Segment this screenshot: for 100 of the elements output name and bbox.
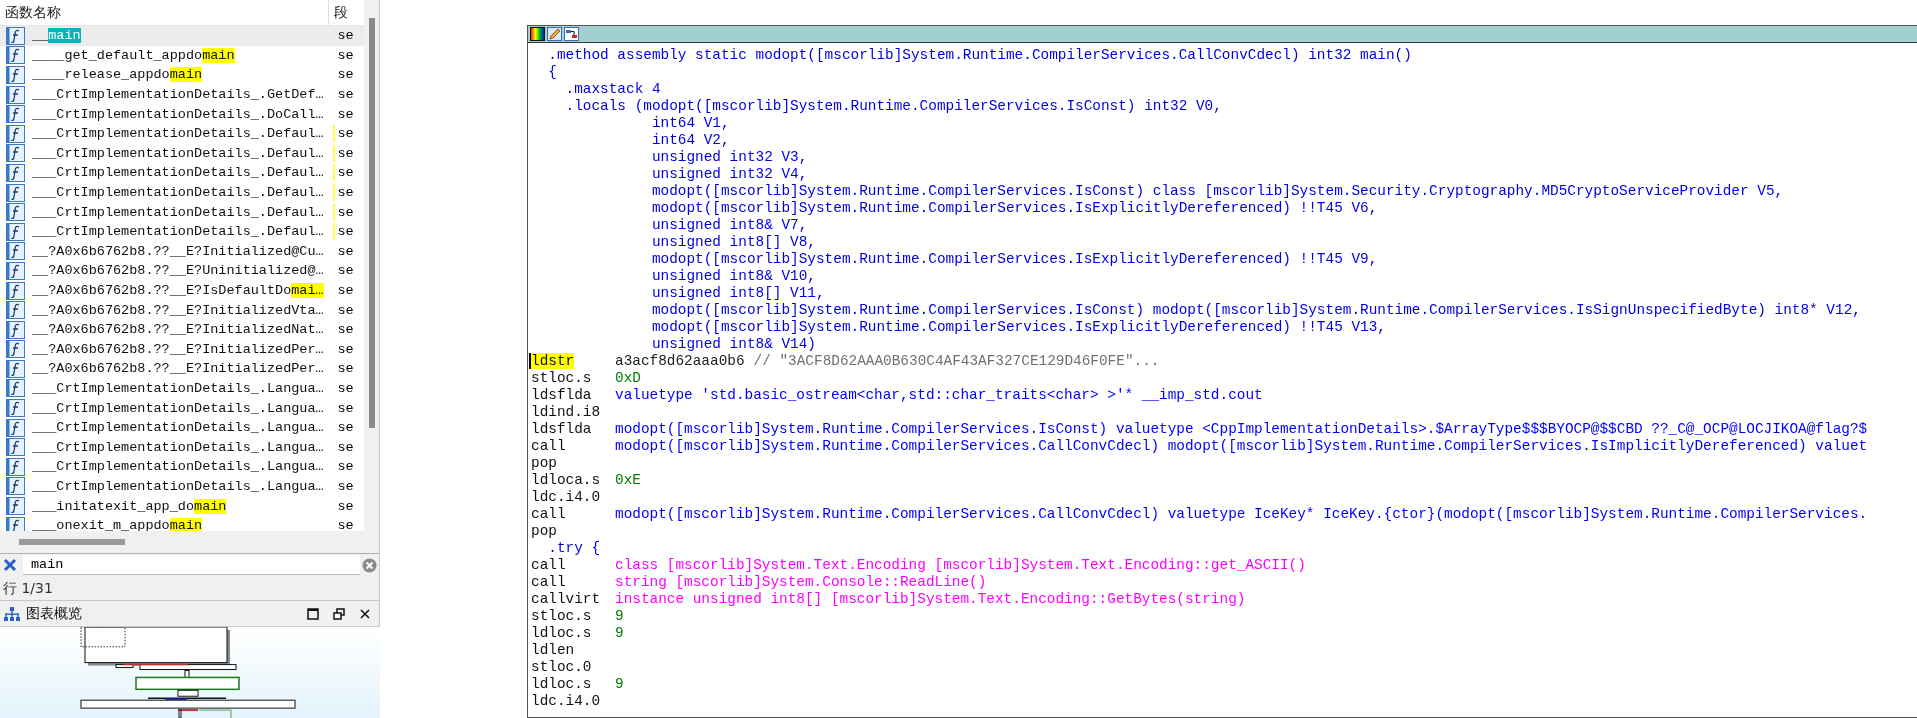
column-header[interactable]: 函数名称 — [0, 0, 328, 25]
code-line: int64 V2, — [650, 132, 730, 149]
function-name: __?A0x6b6762b8.??__E?InitializedPer… — [32, 341, 325, 357]
opcode: pop — [530, 523, 557, 539]
function-name: ___CrtImplementationDetails_.Langua… — [32, 439, 325, 455]
code-line: .method assembly static modopt([mscorlib]System.Runtime.CompilerServices.CallConvCdecl) int32 main() — [547, 47, 1412, 64]
operand: 0xD — [615, 370, 641, 387]
function-icon — [6, 340, 25, 359]
function-icon — [6, 222, 25, 241]
graph-icon[interactable] — [564, 27, 579, 41]
code-line: modopt([mscorlib]System.Runtime.CompilerServices.IsExplicitlyDereferenced) !!T45 V6, — [650, 200, 1378, 217]
operand: string [mscorlib]System.Console::ReadLine() — [615, 574, 987, 591]
code-line: unsigned int8[] V8, — [650, 234, 816, 251]
maximize-icon[interactable] — [307, 607, 319, 620]
function-name: __main — [32, 28, 82, 44]
segment-cell-text: se — [336, 46, 355, 64]
function-row[interactable]: __main se — [0, 26, 364, 46]
function-name: __?A0x6b6762b8.??__E?Initialized@Cu… — [32, 243, 325, 259]
function-icon — [6, 26, 25, 45]
function-name: ___CrtImplementationDetails_.Langua… — [32, 381, 325, 396]
function-icon — [6, 163, 25, 182]
operand: 9 — [615, 676, 624, 693]
function-name: __?A0x6b6762b8.??__E?InitializedNat… — [32, 322, 325, 338]
segment-cell-text: se — [336, 458, 355, 476]
segment-cell-text: se — [336, 380, 355, 397]
opcode: ldc.i4.0 — [530, 489, 601, 505]
pencil-icon[interactable] — [547, 27, 562, 41]
panel-title: 图表概览 — [26, 604, 83, 623]
function-name: __?A0x6b6762b8.??__E?Uninitialized@… — [32, 263, 325, 279]
segment-cell-text: se — [336, 438, 355, 456]
segment-cell-text: se — [336, 517, 355, 531]
function-icon — [6, 497, 25, 516]
function-icon — [6, 85, 25, 104]
operand: instance unsigned int8[] [mscorlib]System.Text.Encoding::GetBytes(string) — [615, 591, 1246, 608]
function-icon — [6, 359, 25, 378]
operand: 0xE — [615, 472, 641, 489]
code-line: unsigned int8& V14) — [650, 336, 816, 353]
opcode: ldloca.s — [530, 472, 601, 488]
function-name: ___CrtImplementationDetails_.Defaul… — [32, 145, 325, 161]
code-line: .try { — [547, 540, 601, 557]
function-icon — [6, 438, 25, 457]
segment-cell-text: se — [336, 27, 355, 45]
segment-cell-text: se — [336, 66, 355, 84]
scrollbar-thumb[interactable] — [19, 539, 125, 545]
opcode: callvirt — [530, 591, 601, 607]
scrollbar-thumb[interactable] — [368, 18, 375, 428]
operand: 9 — [615, 608, 624, 625]
function-icon — [6, 418, 25, 437]
function-name: ___CrtImplementationDetails_.Defaul… — [32, 126, 325, 142]
function-icon — [6, 144, 25, 163]
opcode: ldind.i8 — [530, 404, 601, 420]
code-line: modopt([mscorlib]System.Runtime.CompilerServices.IsExplicitlyDereferenced) !!T45 V9, — [650, 251, 1378, 268]
opcode: ldstr — [529, 353, 575, 369]
function-icon — [6, 46, 25, 65]
segment-cell-text: se — [336, 321, 355, 339]
operand: modopt([mscorlib]System.Runtime.CompilerServices.CallConvCdecl) valuetype IceKey* IceKey.{ctor}(modopt([mscorlib]System.Runtime.CompilerServices. — [615, 506, 1868, 523]
segment-cell-text: se — [336, 477, 355, 495]
function-icon — [6, 399, 25, 418]
opcode: ldloc.s — [530, 676, 592, 692]
clear-icon[interactable] — [362, 557, 377, 573]
function-name: ____release_appdomain — [32, 67, 204, 83]
function-name: ___CrtImplementationDetails_.Defaul… — [32, 224, 325, 240]
segment-cell-text: se — [336, 86, 355, 104]
operand: valuetype 'std.basic_ostream<char,std::char_traits<char> >'* __imp_std.cout — [615, 387, 1263, 404]
opcode: call — [530, 438, 566, 454]
palette-icon[interactable] — [530, 27, 545, 41]
operand: a3acf8d62aaa0b6 — [615, 353, 745, 370]
opcode: stloc.s — [530, 370, 592, 386]
close-icon[interactable] — [359, 607, 371, 620]
opcode: stloc.s — [530, 608, 592, 624]
function-name: ___CrtImplementationDetails_.Langua… — [32, 420, 325, 436]
operand: modopt([mscorlib]System.Runtime.CompilerServices.CallConvCdecl) modopt([mscorlib]System.Runtime.CompilerServices.IsImplicitlyDereferenced) valuet — [615, 438, 1868, 455]
function-name: ___CrtImplementationDetails_.Langua… — [32, 400, 325, 416]
code-line: { — [547, 64, 557, 81]
code-comment: // "3ACF8D62AAA0B630C4AF43AF327CE129D46F0FE"... — [753, 353, 1160, 370]
code-line: unsigned int32 V4, — [650, 166, 808, 183]
opcode: stloc.0 — [530, 659, 592, 675]
operand: 9 — [615, 625, 624, 642]
function-icon — [6, 457, 25, 476]
code-line: unsigned int8& V7, — [650, 217, 808, 234]
search-field[interactable]: main — [23, 555, 360, 575]
opcode: call — [530, 574, 566, 590]
opcode: call — [530, 506, 566, 522]
opcode: ldlen — [530, 642, 575, 658]
row-counter: 行 1/31 — [0, 576, 379, 601]
function-icon — [6, 379, 25, 398]
graph-overview-drawing[interactable] — [0, 627, 380, 718]
function-name: __?A0x6b6762b8.??__E?InitializedPer… — [32, 361, 325, 377]
opcode: ldc.i4.0 — [530, 693, 601, 709]
segment-cell-text: se — [336, 399, 355, 417]
code-line: modopt([mscorlib]System.Runtime.CompilerServices.IsConst) class [mscorlib]System.Security.Cryptography.MD5CryptoServiceProvider V5, — [650, 183, 1784, 200]
code-line: unsigned int32 V3, — [650, 149, 808, 166]
restore-icon[interactable] — [333, 607, 345, 620]
segment-cell-text: se — [336, 262, 355, 280]
function-name: ___CrtImplementationDetails_.DoCall… — [32, 106, 325, 122]
code-line: unsigned int8[] V11, — [650, 285, 825, 302]
segment-cell-text: se — [336, 497, 355, 515]
segment-cell-text: se — [336, 105, 355, 123]
function-icon — [6, 124, 25, 143]
function-icon — [6, 261, 25, 280]
